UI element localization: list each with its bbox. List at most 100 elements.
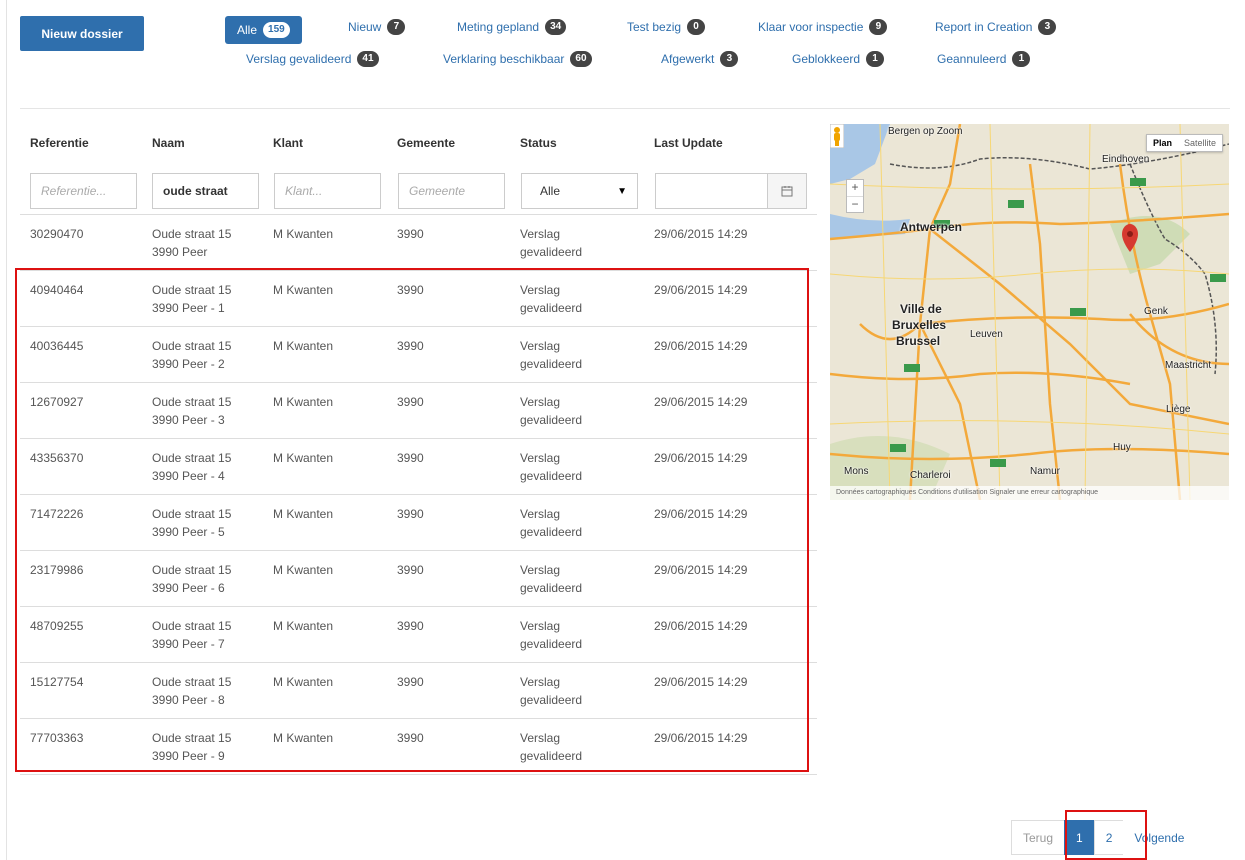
map-label: Eindhoven: [1102, 154, 1150, 165]
filter-afgewerkt[interactable]: Afgewerkt 3: [661, 51, 739, 67]
column-header-status[interactable]: Status: [520, 136, 557, 150]
map-label: Bruxelles: [892, 318, 947, 332]
map-type-satellite-button[interactable]: Satellite: [1178, 135, 1222, 151]
cell-klant: M Kwanten: [273, 393, 333, 411]
map-label: Namur: [1030, 466, 1061, 477]
filter-verklaring-beschikbaar[interactable]: Verklaring beschikbaar 60: [443, 51, 592, 67]
zoom-out-button[interactable]: −: [847, 196, 863, 212]
filter-klaar-voor-inspectie[interactable]: Klaar voor inspectie 9: [758, 19, 888, 35]
table-row[interactable]: 30290470 Oude straat 15 3990 Peer M Kwanten…: [20, 215, 817, 271]
cell-klant: M Kwanten: [273, 449, 333, 467]
column-header-klant[interactable]: Klant: [273, 136, 303, 150]
naam-filter-input[interactable]: [152, 173, 259, 209]
table-row[interactable]: 12670927 Oude straat 15 3990 Peer - 3 M Kwa…: [20, 383, 817, 439]
new-dossier-button[interactable]: Nieuw dossier: [20, 16, 144, 51]
filter-label: Nieuw: [348, 20, 382, 34]
map-label: Brussel: [896, 334, 941, 348]
prev-page-button[interactable]: Terug: [1011, 820, 1066, 855]
filter-label: Klaar voor inspectie: [758, 20, 864, 34]
cell-line: 29/06/2015 14:29: [654, 507, 748, 521]
table-row[interactable]: 40036445 Oude straat 15 3990 Peer - 2 M Kwa…: [20, 327, 817, 383]
count-badge: 41: [357, 51, 379, 67]
table-row[interactable]: 77703363 Oude straat 15 3990 Peer - 9 M Kwa…: [20, 719, 817, 775]
map-attribution[interactable]: Données cartographiques Conditions d'uti…: [830, 486, 1229, 500]
filter-geannuleerd[interactable]: Geannuleerd 1: [937, 51, 1031, 67]
referentie-filter-input[interactable]: [30, 173, 137, 209]
cell-line: 3990 Peer - 8: [152, 693, 225, 707]
cell-line: 30290470: [30, 227, 84, 241]
cell-gemeente: 3990: [397, 561, 424, 579]
cell-line: gevalideerd: [520, 637, 583, 651]
cell-updated: 29/06/2015 14:29: [654, 281, 747, 299]
cell-klant: M Kwanten: [273, 225, 333, 243]
filter-test-bezig[interactable]: Test bezig 0: [627, 19, 706, 35]
cell-line: 3990 Peer - 7: [152, 637, 225, 651]
cell-naam: Oude straat 15 3990 Peer: [152, 225, 231, 261]
cell-line: Oude straat 15: [152, 395, 232, 409]
cell-line: gevalideerd: [520, 581, 583, 595]
cell-ref: 71472226: [30, 505, 83, 523]
cell-klant: M Kwanten: [273, 281, 333, 299]
page-1-button[interactable]: 1: [1064, 820, 1095, 855]
cell-status: Verslag gevalideerd: [520, 561, 582, 597]
cell-line: M Kwanten: [273, 451, 334, 465]
map-label: Leuven: [970, 329, 1003, 340]
map-label: Huy: [1113, 442, 1131, 453]
cell-status: Verslag gevalideerd: [520, 673, 582, 709]
cell-line: 71472226: [30, 507, 84, 521]
table-row[interactable]: 43356370 Oude straat 15 3990 Peer - 4 M Kwa…: [20, 439, 817, 495]
table-row[interactable]: 40940464 Oude straat 15 3990 Peer - 1 M Kwa…: [20, 271, 817, 327]
table-row[interactable]: 15127754 Oude straat 15 3990 Peer - 8 M Kwa…: [20, 663, 817, 719]
column-header-last-update[interactable]: Last Update: [654, 136, 723, 150]
map-type-control: Plan Satellite: [1145, 134, 1223, 152]
cell-line: 3990: [397, 507, 424, 521]
divider: [20, 108, 1230, 109]
column-header-naam[interactable]: Naam: [152, 136, 185, 150]
pegman-icon[interactable]: [830, 124, 844, 148]
cell-status: Verslag gevalideerd: [520, 617, 582, 653]
date-filter-input[interactable]: [655, 173, 768, 209]
filter-row: Alle ▼: [20, 168, 817, 215]
map-type-plan-button[interactable]: Plan: [1147, 135, 1178, 151]
cell-line: 3990 Peer - 1: [152, 301, 225, 315]
cell-gemeente: 3990: [397, 505, 424, 523]
status-filter-select[interactable]: Alle ▼: [521, 173, 638, 209]
map[interactable]: Bergen op Zoom Eindhoven Antwerpen Ville…: [830, 124, 1229, 500]
calendar-icon[interactable]: [767, 173, 807, 209]
cell-line: 3990: [397, 563, 424, 577]
gemeente-filter-input[interactable]: [398, 173, 505, 209]
table-row[interactable]: 71472226 Oude straat 15 3990 Peer - 5 M Kwa…: [20, 495, 817, 551]
filter-label: Alle: [237, 23, 258, 37]
cell-line: Verslag: [520, 395, 561, 409]
cell-naam: Oude straat 15 3990 Peer - 3: [152, 393, 231, 429]
cell-updated: 29/06/2015 14:29: [654, 337, 747, 355]
column-header-referentie[interactable]: Referentie: [30, 136, 89, 150]
filter-label: Geannuleerd: [937, 52, 1007, 66]
filter-nieuw[interactable]: Nieuw 7: [348, 19, 406, 35]
cell-line: M Kwanten: [273, 731, 334, 745]
column-header-gemeente[interactable]: Gemeente: [397, 136, 455, 150]
filter-report-in-creation[interactable]: Report in Creation 3: [935, 19, 1057, 35]
cell-line: 3990 Peer - 3: [152, 413, 225, 427]
filter-alle[interactable]: Alle 159: [225, 16, 302, 44]
filter-meting-gepland[interactable]: Meting gepland 34: [457, 19, 567, 35]
cell-line: 29/06/2015 14:29: [654, 339, 748, 353]
filter-geblokkeerd[interactable]: Geblokkeerd 1: [792, 51, 885, 67]
next-page-button[interactable]: Volgende: [1123, 820, 1196, 855]
cell-line: gevalideerd: [520, 413, 583, 427]
cell-updated: 29/06/2015 14:29: [654, 393, 747, 411]
table-row[interactable]: 48709255 Oude straat 15 3990 Peer - 7 M Kwa…: [20, 607, 817, 663]
klant-filter-input[interactable]: [274, 173, 381, 209]
zoom-in-button[interactable]: +: [847, 180, 863, 196]
cell-line: Verslag: [520, 227, 561, 241]
cell-ref: 12670927: [30, 393, 83, 411]
cell-line: 29/06/2015 14:29: [654, 227, 748, 241]
cell-ref: 43356370: [30, 449, 83, 467]
filter-verslag-gevalideerd[interactable]: Verslag gevalideerd 41: [246, 51, 379, 67]
cell-updated: 29/06/2015 14:29: [654, 225, 747, 243]
cell-naam: Oude straat 15 3990 Peer - 5: [152, 505, 231, 541]
page-2-button[interactable]: 2: [1093, 820, 1125, 855]
map-label: Liège: [1166, 404, 1191, 415]
table-row[interactable]: 23179986 Oude straat 15 3990 Peer - 6 M Kwa…: [20, 551, 817, 607]
count-badge: 159: [263, 22, 290, 38]
